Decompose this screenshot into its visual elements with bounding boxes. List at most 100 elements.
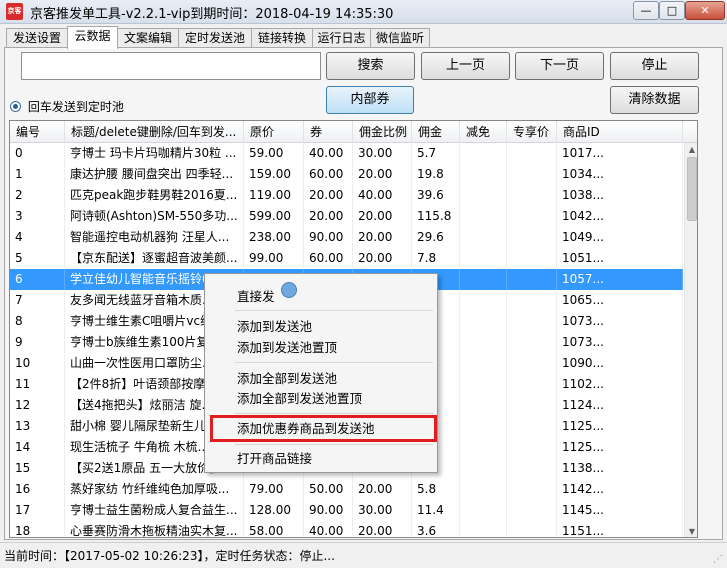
cell-product-id: 1142... — [557, 479, 683, 500]
cell-discount — [460, 353, 507, 374]
col-header-commission[interactable]: 佣金 — [412, 121, 460, 143]
search-button[interactable]: 搜索 — [326, 52, 415, 80]
cell-discount — [460, 290, 507, 311]
cell-index: 12 — [10, 395, 65, 416]
cell-title: 阿诗顿(Ashton)SM-550多功... — [65, 206, 244, 227]
tab-cloud-data[interactable]: 云数据 — [67, 26, 118, 49]
col-header-price[interactable]: 原价 — [244, 121, 304, 143]
stop-button[interactable]: 停止 — [610, 52, 699, 80]
tab-send-settings[interactable]: 发送设置 — [6, 28, 68, 48]
cell-commission: 19.8 — [412, 164, 460, 185]
cell-commission: 115.8 — [412, 206, 460, 227]
cell-commission-rate: 40.00 — [353, 185, 412, 206]
cell-product-id: 1125... — [557, 437, 683, 458]
close-button[interactable]: ✕ — [685, 1, 725, 20]
cell-commission: 5.7 — [412, 143, 460, 164]
menu-separator — [235, 310, 433, 311]
table-row[interactable]: 18 心垂赛防滑木拖板精油实木复... 58.00 40.00 20.00 3.6 1151… — [10, 521, 683, 537]
col-header-title[interactable]: 标题/delete键删除/回车到发... — [65, 121, 244, 143]
cell-product-id: 1051... — [557, 248, 683, 269]
table-row[interactable]: 2 匹克peak跑步鞋男鞋2016夏... 119.00 20.00 40.00 39.6… — [10, 185, 683, 206]
cell-discount — [460, 248, 507, 269]
menu-separator — [235, 444, 433, 445]
col-header-index[interactable]: 编号 — [10, 121, 65, 143]
table-row[interactable]: 0 亨博士 玛卡片玛咖精片30粒 ... 59.00 40.00 30.00 5.7 101… — [10, 143, 683, 164]
tab-link-convert[interactable]: 链接转换 — [251, 28, 313, 48]
col-header-commission-rate[interactable]: 佣金比例 — [353, 121, 412, 143]
cell-price: 59.00 — [244, 143, 304, 164]
tab-wechat-monitor[interactable]: 微信监听 — [370, 28, 430, 48]
cell-coupon: 90.00 — [304, 227, 353, 248]
cell-index: 9 — [10, 332, 65, 353]
cell-index: 10 — [10, 353, 65, 374]
cell-title: 心垂赛防滑木拖板精油实木复... — [65, 521, 244, 537]
cell-commission-rate: 20.00 — [353, 248, 412, 269]
cell-discount — [460, 416, 507, 437]
cell-index: 11 — [10, 374, 65, 395]
window-title: 京客推发单工具-v2.2.1-vip到期时间：2018-04-19 14:35:… — [30, 7, 394, 22]
scrollbar-thumb[interactable] — [687, 157, 697, 221]
col-header-product-id[interactable]: 商品ID — [557, 121, 683, 143]
search-input[interactable] — [21, 52, 321, 80]
tab-copy-edit[interactable]: 文案编辑 — [117, 28, 179, 48]
context-menu: 直接发 添加到发送池 添加到发送池置顶 添加全部到发送池 添加全部到发送池置顶 … — [204, 273, 438, 473]
cell-discount — [460, 374, 507, 395]
next-page-button[interactable]: 下一页 — [515, 52, 604, 80]
cell-coupon: 90.00 — [304, 500, 353, 521]
menu-item-add-all-to-pool[interactable]: 添加全部到发送池 — [237, 370, 337, 388]
menu-item-add-to-pool[interactable]: 添加到发送池 — [237, 318, 312, 336]
highlight-box — [210, 415, 437, 442]
menu-item-open-product-link[interactable]: 打开商品链接 — [237, 450, 312, 468]
cell-commission: 39.6 — [412, 185, 460, 206]
cell-commission: 11.4 — [412, 500, 460, 521]
cell-index: 3 — [10, 206, 65, 227]
menu-item-add-to-pool-top[interactable]: 添加到发送池置顶 — [237, 339, 337, 357]
table-row[interactable]: 4 智能遥控电动机器狗 汪星人... 238.00 90.00 20.00 29.6 10… — [10, 227, 683, 248]
scroll-down-arrow-icon[interactable]: ▼ — [685, 525, 697, 537]
col-header-exclusive-price[interactable]: 专享价 — [507, 121, 557, 143]
cell-discount — [460, 437, 507, 458]
table-row[interactable]: 17 亨博士益生菌粉成人复合益生... 128.00 90.00 30.00 11.4 11… — [10, 500, 683, 521]
maximize-button[interactable]: □ — [659, 1, 685, 20]
cell-commission-rate: 20.00 — [353, 206, 412, 227]
grid-header: 编号 标题/delete键删除/回车到发... 原价 券 佣金比例 佣金 减免 … — [10, 121, 697, 143]
cell-title: 【京东配送】逐蜜超音波美颜... — [65, 248, 244, 269]
status-bar: 当前时间：【2017-05-02 10:26:23】，定时任务状态：停止... … — [0, 542, 727, 568]
menu-item-add-all-to-pool-top[interactable]: 添加全部到发送池置顶 — [237, 390, 362, 408]
cell-discount — [460, 479, 507, 500]
prev-page-button[interactable]: 上一页 — [421, 52, 510, 80]
cell-coupon: 40.00 — [304, 521, 353, 537]
tab-run-log[interactable]: 运行日志 — [312, 28, 371, 48]
table-row[interactable]: 3 阿诗顿(Ashton)SM-550多功... 599.00 20.00 20.00 1… — [10, 206, 683, 227]
cell-exclusive-price — [507, 437, 557, 458]
cell-index: 14 — [10, 437, 65, 458]
table-row[interactable]: 5 【京东配送】逐蜜超音波美颜... 99.00 60.00 20.00 7.8 1051.… — [10, 248, 683, 269]
clear-data-button[interactable]: 清除数据 — [610, 86, 699, 114]
cell-discount — [460, 185, 507, 206]
tab-scheduled-pool[interactable]: 定时发送池 — [178, 28, 252, 48]
resize-grip-icon[interactable]: ⋰ — [713, 554, 725, 566]
cell-product-id: 1125... — [557, 416, 683, 437]
table-row[interactable]: 16 蒸好家纺 竹纤维纯色加厚吸... 79.00 50.00 20.00 5.8 1142… — [10, 479, 683, 500]
cell-discount — [460, 269, 507, 290]
cell-discount — [460, 311, 507, 332]
menu-item-direct-send[interactable]: 直接发 — [237, 288, 275, 306]
radio-button[interactable] — [10, 101, 21, 112]
enter-to-pool-option[interactable]: 回车发送到定时池 — [10, 98, 124, 114]
col-header-coupon[interactable]: 券 — [304, 121, 353, 143]
cell-coupon: 60.00 — [304, 248, 353, 269]
col-header-discount[interactable]: 减免 — [460, 121, 507, 143]
cell-index: 2 — [10, 185, 65, 206]
cell-discount — [460, 521, 507, 537]
cell-index: 18 — [10, 521, 65, 537]
cell-price: 599.00 — [244, 206, 304, 227]
cell-index: 15 — [10, 458, 65, 479]
cell-index: 4 — [10, 227, 65, 248]
minimize-button[interactable]: — — [633, 1, 659, 20]
internal-coupon-button[interactable]: 内部券 — [326, 86, 414, 114]
vertical-scrollbar[interactable]: ▲ ▼ — [684, 143, 697, 537]
cell-exclusive-price — [507, 164, 557, 185]
table-row[interactable]: 1 康达护腰 腰间盘突出 四季轻... 159.00 60.00 20.00 19.8 10… — [10, 164, 683, 185]
cell-price: 119.00 — [244, 185, 304, 206]
scroll-up-arrow-icon[interactable]: ▲ — [685, 143, 697, 157]
